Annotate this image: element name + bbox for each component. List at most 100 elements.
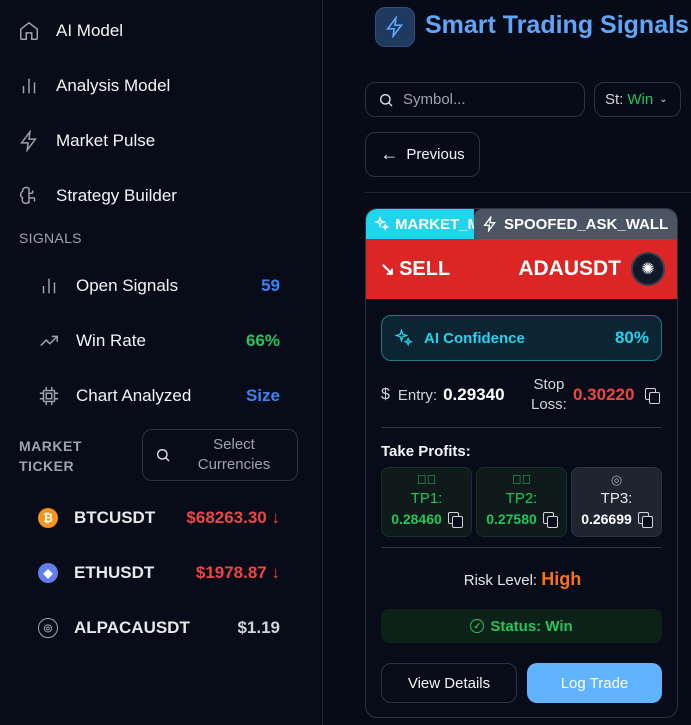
select-currencies-button[interactable]: Select Currencies: [142, 429, 298, 481]
direction-text: SELL: [399, 257, 451, 280]
ticker-heading-line1: MARKET: [19, 438, 82, 454]
ticker-symbol: BTCUSDT: [74, 508, 156, 527]
market-ticker-heading: MARKET TICKER: [19, 436, 82, 476]
bar-chart-icon: [42, 278, 56, 294]
dollar-icon: $: [381, 386, 390, 403]
check-circle-icon: ✓⃝: [511, 472, 532, 487]
copy-icon[interactable]: [447, 511, 463, 528]
signal-label: Open Signals: [76, 276, 179, 295]
main-panel: Smart Trading Signals Symbol... St: Win …: [344, 0, 691, 725]
cardano-icon: ✺: [631, 252, 665, 286]
signal-value: 66%: [245, 331, 280, 350]
tag-market-label: MARKET_M: [395, 215, 474, 233]
lightning-icon: [375, 7, 415, 47]
tp-value-row: 0.27580: [477, 511, 566, 528]
signal-card: MARKET_M SPOOFED_ASK_WALL ↘ SELL ADAUSDT…: [365, 208, 678, 718]
view-details-button[interactable]: View Details: [381, 663, 517, 703]
ai-confidence-box: AI Confidence 80%: [381, 315, 662, 361]
signal-label: Win Rate: [76, 331, 146, 350]
ethereum-icon: ◆: [38, 563, 58, 583]
sparkle-icon: [394, 328, 413, 347]
stop-label-line2: Loss:: [531, 396, 567, 413]
status-prefix: St:: [605, 91, 624, 108]
nav-market-pulse[interactable]: Market Pulse: [18, 126, 155, 156]
home-icon: [20, 21, 38, 40]
tp-name: TP3:: [600, 490, 633, 507]
brain-icon: [20, 186, 36, 205]
previous-button[interactable]: ← Previous: [365, 132, 480, 177]
nav-ai-model[interactable]: AI Model: [18, 16, 123, 46]
signals-heading: SIGNALS: [19, 230, 82, 246]
cpu-icon: [39, 386, 59, 406]
chevron-down-icon: ⌄: [659, 94, 668, 105]
confidence-value: 80%: [614, 328, 649, 347]
tag-market: MARKET_M: [366, 209, 474, 239]
ticker-price: $68263.30 ↓: [186, 508, 280, 527]
copy-icon[interactable]: [645, 388, 660, 404]
signal-win-rate[interactable]: Win Rate 66%: [38, 326, 280, 356]
bar-chart-icon: [22, 78, 36, 94]
entry-label: Entry:: [397, 386, 438, 404]
divider: [381, 427, 662, 428]
tp1-box: ✓⃝ TP1: 0.28460: [381, 467, 472, 537]
nav-label: Analysis Model: [56, 76, 171, 95]
select-currencies-line2: Currencies: [197, 456, 271, 473]
tp-name: TP1:: [410, 490, 443, 507]
divider: [365, 192, 691, 193]
stop-loss-label: Stop Loss:: [531, 375, 567, 415]
ticker-symbol: ETHUSDT: [74, 563, 155, 582]
risk-value: High: [541, 569, 582, 589]
stop-label-line1: Stop: [533, 376, 565, 393]
signal-open-signals[interactable]: Open Signals 59: [38, 271, 280, 301]
stop-loss-value: 0.30220: [573, 385, 635, 404]
entry-stop-row: $ Entry: 0.29340 Stop Loss: 0.30220: [381, 375, 664, 415]
check-circle-icon: ✓: [470, 619, 485, 633]
signal-chart-analyzed[interactable]: Chart Analyzed Size: [38, 381, 280, 411]
ticker-row-alpaca[interactable]: ◎ ALPACAUSDT $1.19: [38, 613, 280, 643]
select-currencies-line1: Select: [213, 436, 255, 453]
direction-bar: ↘ SELL ADAUSDT ✺: [366, 239, 677, 299]
check-circle-icon: ✓⃝: [416, 472, 437, 487]
status-value: Win: [627, 91, 654, 108]
log-trade-button[interactable]: Log Trade: [527, 663, 662, 703]
ticker-price: $1978.87 ↓: [195, 563, 280, 582]
status-text: Status: Win: [490, 617, 573, 635]
arrow-left-icon: ←: [380, 144, 399, 164]
trending-up-icon: [40, 335, 58, 347]
search-icon: [380, 93, 393, 106]
direction-label: ↘ SELL: [380, 258, 450, 281]
entry-value: 0.29340: [443, 385, 505, 404]
coins-icon: ◎: [38, 618, 58, 638]
previous-label: Previous: [406, 146, 465, 163]
trending-down-icon: ↘: [380, 258, 396, 279]
nav-label: Strategy Builder: [56, 186, 177, 205]
copy-icon[interactable]: [637, 511, 653, 528]
ticker-price: $1.19: [237, 618, 280, 637]
copy-icon[interactable]: [542, 511, 558, 528]
risk-label: Risk Level:: [463, 572, 538, 589]
target-icon: ◎: [610, 472, 623, 487]
lightning-icon: [483, 216, 496, 232]
nav-label: Market Pulse: [56, 131, 156, 150]
nav-analysis-model[interactable]: Analysis Model: [18, 71, 170, 101]
bitcoin-icon: ₿: [38, 508, 58, 528]
lightning-icon: [20, 130, 37, 152]
ticker-row-eth[interactable]: ◆ ETHUSDT $1978.87 ↓: [38, 558, 280, 588]
status-filter-select[interactable]: St: Win ⌄: [594, 82, 681, 117]
divider: [381, 547, 662, 548]
take-profits-heading: Take Profits:: [381, 443, 471, 460]
ticker-row-btc[interactable]: ₿ BTCUSDT $68263.30 ↓: [38, 503, 280, 533]
symbol-search-input[interactable]: Symbol...: [365, 82, 585, 117]
nav-label: AI Model: [56, 21, 124, 40]
search-placeholder: Symbol...: [403, 91, 466, 108]
risk-level: Risk Level: High: [366, 569, 677, 590]
signal-value: 59: [261, 276, 280, 295]
tp-name: TP2:: [505, 490, 538, 507]
status-badge: ✓ Status: Win: [381, 609, 662, 643]
tp-value: 0.27580: [486, 511, 537, 527]
select-currencies-label: Select Currencies: [171, 435, 297, 475]
tp-value: 0.28460: [391, 511, 442, 527]
tp-value: 0.26699: [581, 511, 632, 527]
pair-symbol: ADAUSDT: [518, 257, 621, 280]
nav-strategy-builder[interactable]: Strategy Builder: [18, 181, 177, 211]
